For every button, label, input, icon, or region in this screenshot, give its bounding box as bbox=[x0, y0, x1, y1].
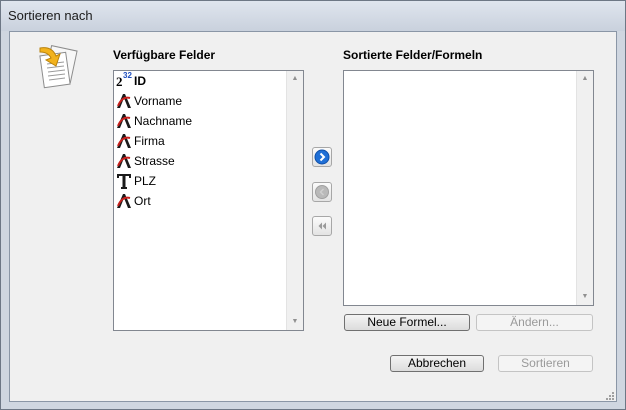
cancel-button[interactable]: Abbrechen bbox=[390, 355, 484, 372]
list-item-label: Strasse bbox=[134, 154, 175, 168]
scroll-down-arrow-icon[interactable]: ▼ bbox=[287, 314, 303, 330]
new-formula-button[interactable]: Neue Formel... bbox=[344, 314, 470, 331]
list-item-id[interactable]: 2 32 ID bbox=[116, 71, 286, 91]
text-field-icon bbox=[116, 132, 132, 150]
sorted-fields-label: Sortierte Felder/Formeln bbox=[343, 48, 483, 62]
scroll-up-arrow-icon[interactable]: ▲ bbox=[577, 71, 593, 87]
sorted-fields-scrollbar[interactable]: ▲ ▼ bbox=[576, 71, 593, 305]
list-item-vorname[interactable]: Vorname bbox=[116, 91, 286, 111]
available-fields-label: Verfügbare Felder bbox=[113, 48, 216, 62]
text-field-icon bbox=[116, 92, 132, 110]
scroll-down-arrow-icon[interactable]: ▼ bbox=[577, 289, 593, 305]
scroll-up-arrow-icon[interactable]: ▲ bbox=[287, 71, 303, 87]
double-arrow-left-icon bbox=[318, 222, 326, 230]
window-title: Sortieren nach bbox=[8, 8, 93, 23]
sort-dialog-window: Sortieren nach Verfügbare Felder 2 32 ID… bbox=[0, 0, 626, 410]
sort-documents-icon bbox=[34, 44, 82, 92]
text-field-icon bbox=[116, 152, 132, 170]
resize-grip-icon[interactable] bbox=[604, 389, 614, 400]
list-item-label: Nachname bbox=[134, 114, 193, 128]
available-fields-list[interactable]: 2 32 ID Vorname Nachname Firma Strasse P… bbox=[113, 70, 304, 331]
list-item-label: Vorname bbox=[134, 94, 183, 108]
add-field-button[interactable] bbox=[312, 147, 332, 167]
change-button[interactable]: Ändern... bbox=[476, 314, 593, 331]
list-item-label: PLZ bbox=[134, 174, 157, 188]
text-field-icon bbox=[116, 192, 132, 210]
dialog-client-area: Verfügbare Felder 2 32 ID Vorname Nachna… bbox=[9, 31, 617, 402]
list-item-firma[interactable]: Firma bbox=[116, 131, 286, 151]
text-field-icon bbox=[116, 112, 132, 130]
sorted-fields-list[interactable]: ▲ ▼ bbox=[343, 70, 594, 306]
list-item-label: Ort bbox=[134, 194, 151, 208]
remove-field-button[interactable] bbox=[312, 182, 332, 202]
available-fields-scrollbar[interactable]: ▲ ▼ bbox=[286, 71, 303, 330]
list-item-label: Firma bbox=[134, 134, 165, 148]
list-item-plz[interactable]: PLZ bbox=[116, 171, 286, 191]
number-field-icon: 2 32 bbox=[116, 71, 132, 89]
list-item-strasse[interactable]: Strasse bbox=[116, 151, 286, 171]
list-item-nachname[interactable]: Nachname bbox=[116, 111, 286, 131]
text-type-icon bbox=[116, 172, 132, 190]
list-item-label: ID bbox=[134, 74, 146, 88]
sort-button[interactable]: Sortieren bbox=[498, 355, 593, 372]
list-item-ort[interactable]: Ort bbox=[116, 191, 286, 211]
remove-all-fields-button[interactable] bbox=[312, 216, 332, 236]
arrow-left-disabled-icon bbox=[315, 185, 329, 199]
title-bar[interactable]: Sortieren nach bbox=[1, 1, 625, 31]
arrow-right-icon bbox=[314, 149, 330, 165]
